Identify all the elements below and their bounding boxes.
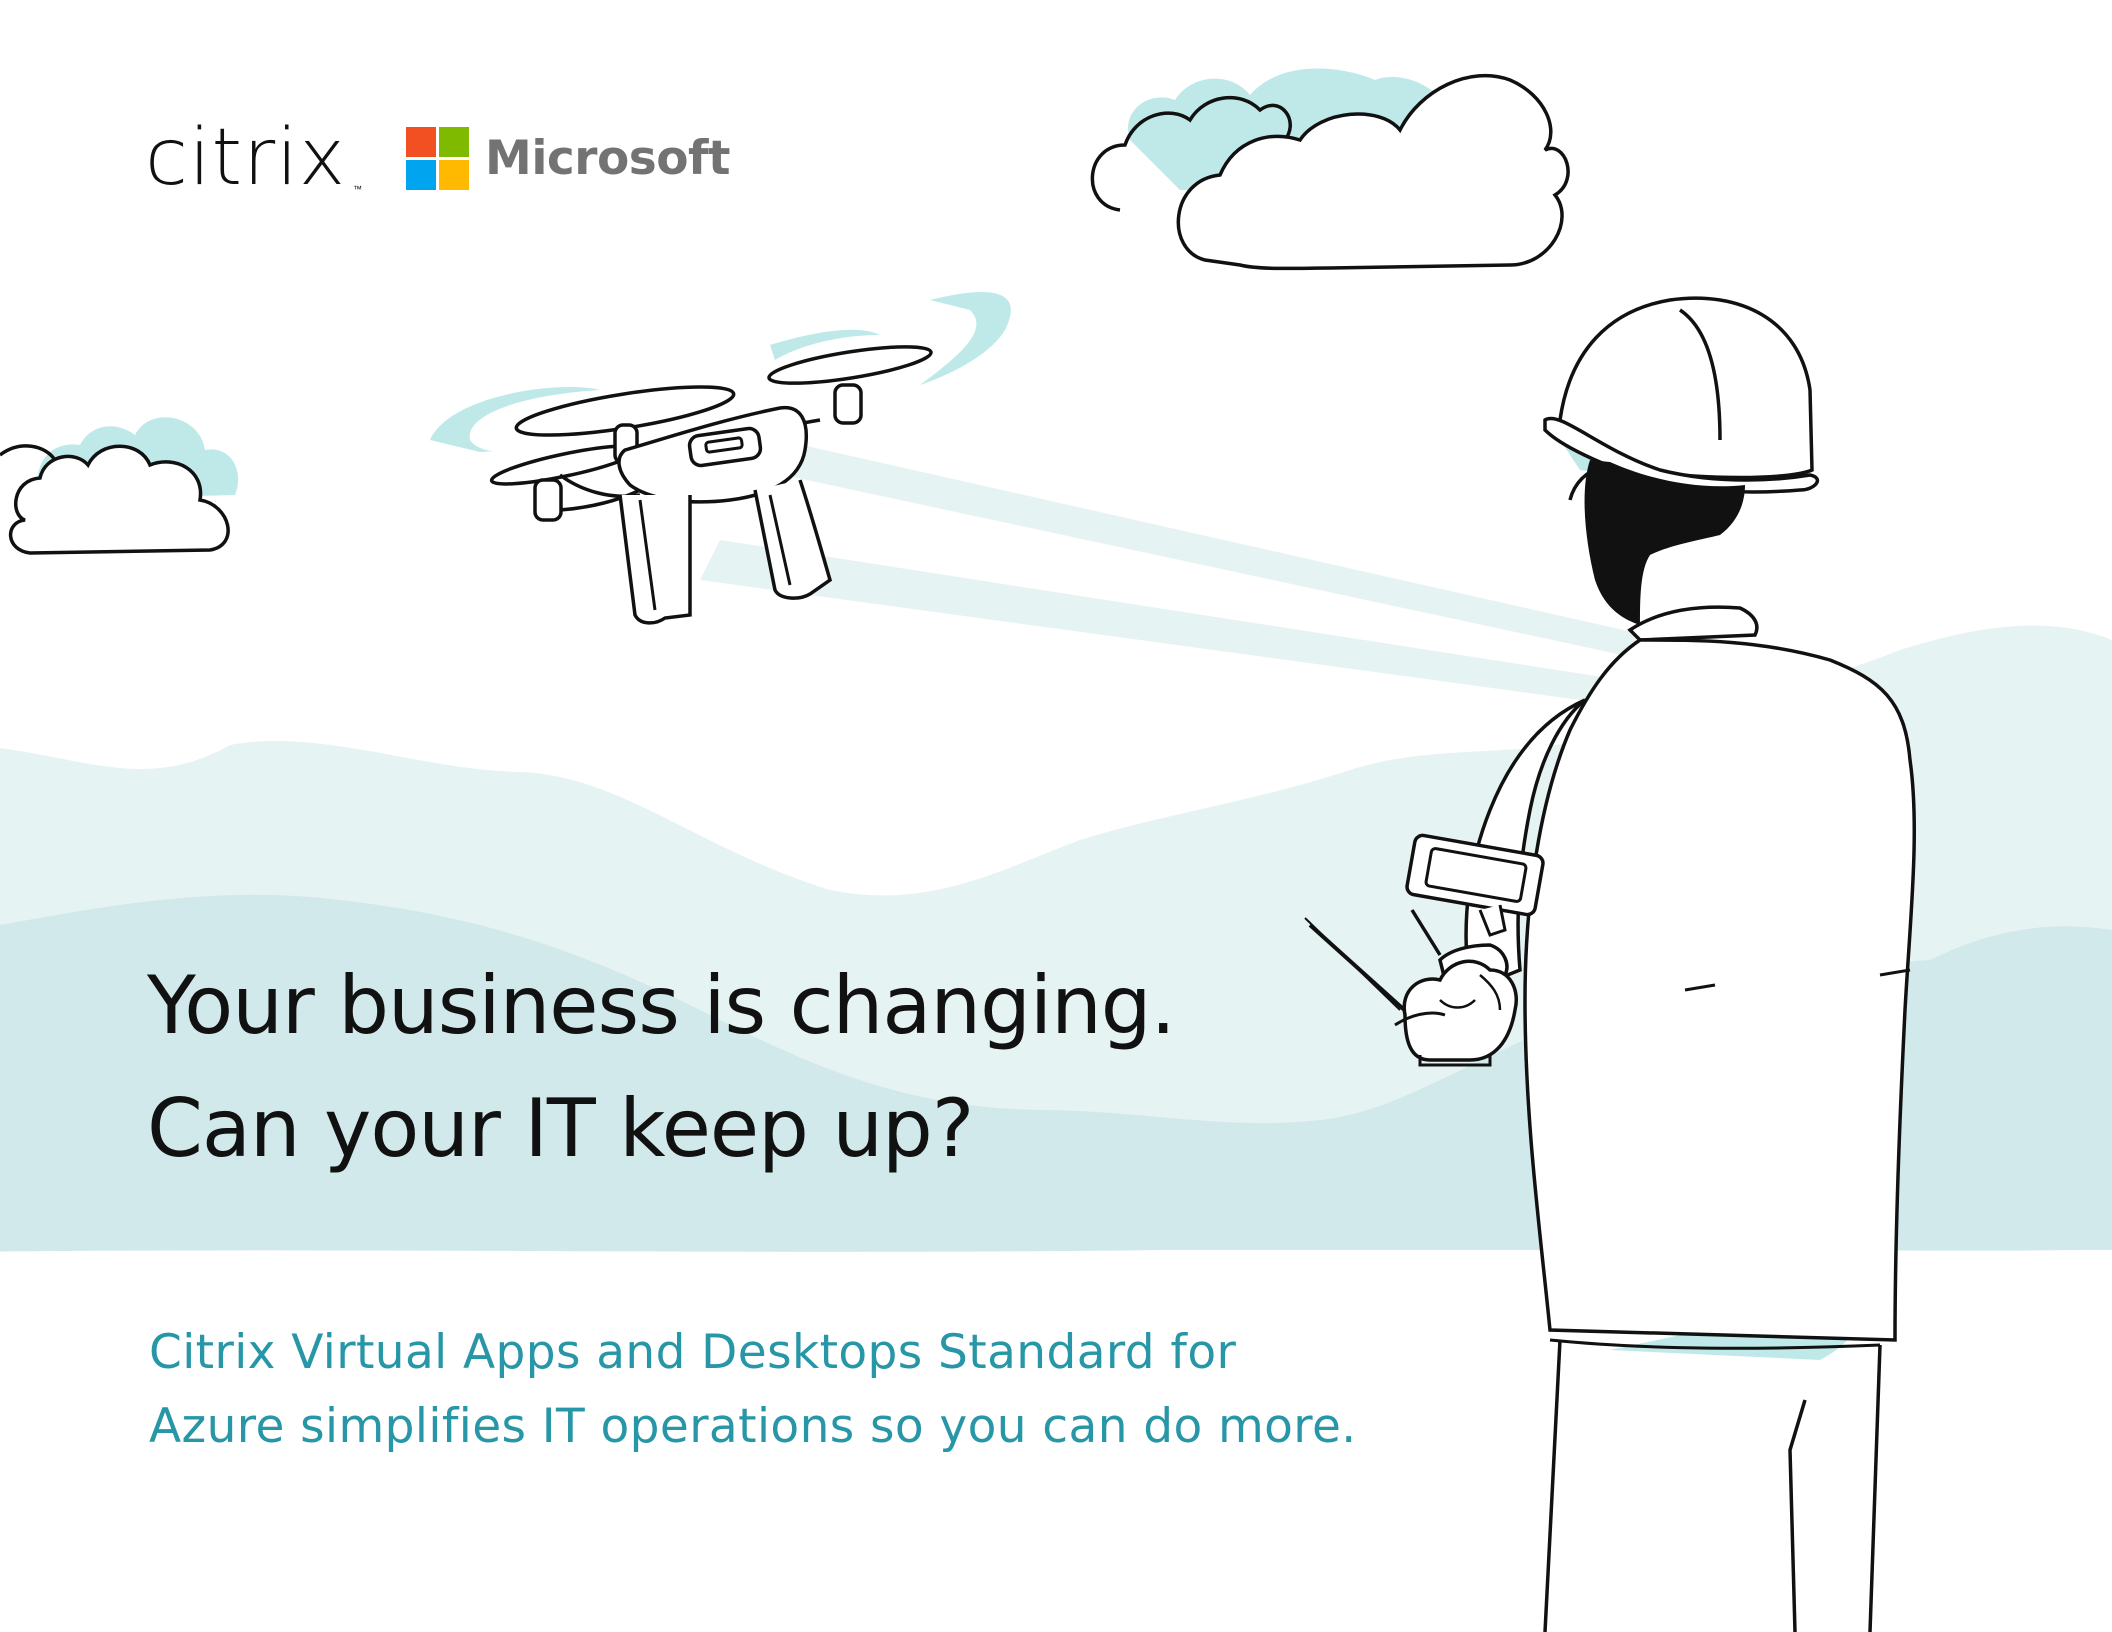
microsoft-wordmark: Microsoft [485, 130, 730, 186]
cover-page: citrix ™ Microsoft Your business is chang… [0, 0, 2112, 1632]
cloud-icon [0, 417, 239, 555]
cloud-icon [1090, 68, 1570, 271]
subheadline-line-2: Azure simplifies IT operations so you ca… [149, 1399, 1357, 1454]
subheadline: Citrix Virtual Apps and Desktops Standar… [149, 1316, 1357, 1464]
citrix-logo: citrix ™ [145, 119, 362, 197]
citrix-wordmark: citrix [145, 113, 347, 203]
microsoft-squares-icon [406, 126, 470, 190]
logo-bar: citrix ™ Microsoft [145, 118, 730, 198]
ms-square-green [439, 126, 470, 157]
microsoft-logo: Microsoft [406, 126, 730, 190]
headline-line-2: Can your IT keep up? [147, 1082, 974, 1175]
ms-square-yellow [439, 159, 470, 190]
subheadline-line-1: Citrix Virtual Apps and Desktops Standar… [149, 1325, 1237, 1380]
ms-square-red [406, 126, 437, 157]
ms-square-blue [406, 159, 437, 190]
headline: Your business is changing. Can your IT k… [147, 944, 1176, 1190]
trademark-symbol: ™ [353, 185, 363, 195]
headline-line-1: Your business is changing. [147, 959, 1176, 1052]
